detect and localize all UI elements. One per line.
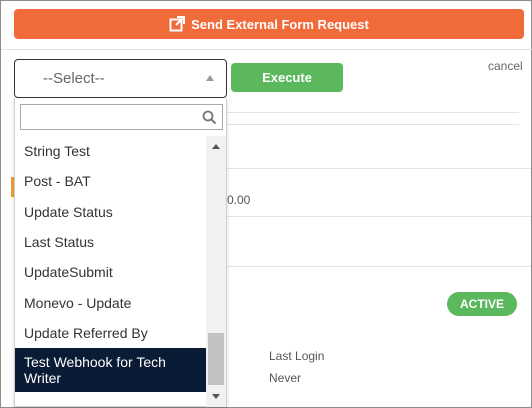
last-login-label: Last Login xyxy=(269,349,325,363)
dropdown-option[interactable]: Update Referred By xyxy=(15,318,206,348)
dropdown-option[interactable]: Monevo - Update xyxy=(15,287,206,317)
select-value: --Select-- xyxy=(43,70,105,87)
last-login-value: Never xyxy=(269,371,302,385)
send-button-label: Send External Form Request xyxy=(191,16,369,32)
form-panel: Send External Form Request --Select-- Ex… xyxy=(0,0,532,408)
dropdown-option[interactable]: Post - BAT xyxy=(15,166,206,196)
execute-button[interactable]: Execute xyxy=(231,63,343,92)
external-link-icon xyxy=(169,16,186,32)
send-external-form-request-button[interactable]: Send External Form Request xyxy=(14,9,524,39)
dropdown-option[interactable]: String Test xyxy=(15,136,206,166)
dropdown-option[interactable]: UpdateSubmit xyxy=(15,257,206,287)
divider xyxy=(1,49,532,50)
select-dropdown: String Test Post - BAT Update Status Las… xyxy=(14,98,227,407)
divider xyxy=(227,112,519,113)
scroll-down-icon[interactable] xyxy=(212,394,220,399)
webhook-select[interactable]: --Select-- xyxy=(14,59,227,98)
divider xyxy=(227,168,531,169)
dropdown-option[interactable]: Update Status xyxy=(15,197,206,227)
divider xyxy=(227,216,531,217)
dropdown-option-highlighted[interactable]: Test Webhook for Tech Writer xyxy=(15,348,206,393)
dropdown-search-input[interactable] xyxy=(20,104,223,130)
scroll-up-icon[interactable] xyxy=(212,144,220,149)
dropdown-options: String Test Post - BAT Update Status Las… xyxy=(15,136,206,407)
divider xyxy=(227,124,519,125)
divider xyxy=(227,266,531,267)
scrollbar-thumb[interactable] xyxy=(208,333,224,385)
search-icon xyxy=(202,110,217,130)
dropdown-option[interactable]: Last Status xyxy=(15,227,206,257)
amount-text: 0.00 xyxy=(227,193,251,207)
caret-up-icon xyxy=(206,75,214,81)
cancel-link[interactable]: cancel xyxy=(488,59,523,73)
dropdown-scrollbar[interactable] xyxy=(206,136,226,407)
status-badge: ACTIVE xyxy=(447,292,517,316)
